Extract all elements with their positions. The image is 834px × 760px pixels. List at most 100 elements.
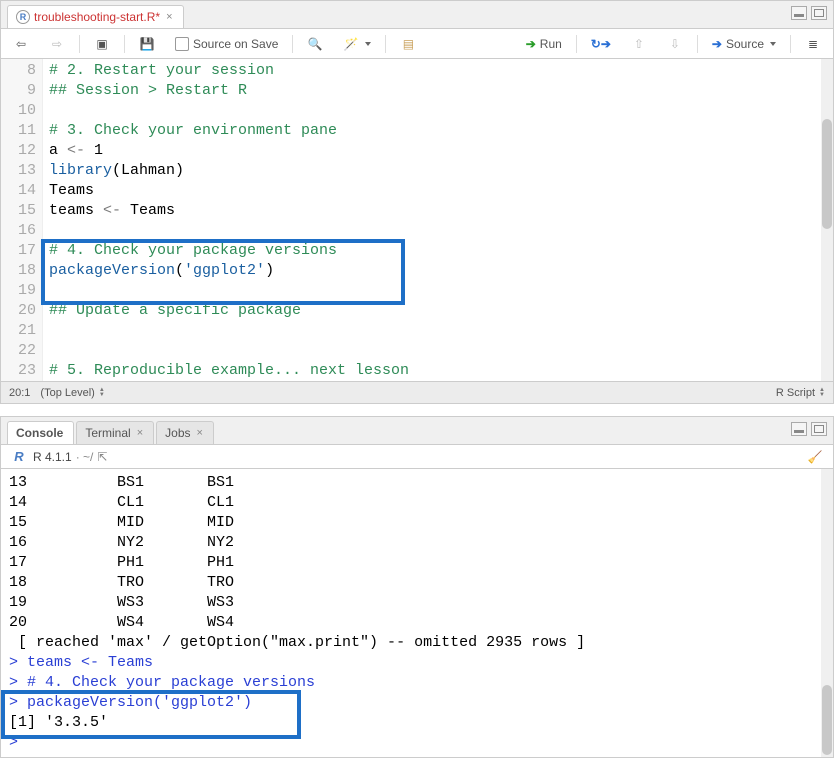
save-button[interactable]: 💾: [133, 34, 161, 54]
outline-button[interactable]: ≣: [799, 34, 827, 54]
separator: [292, 35, 293, 53]
console-line: 15 MID MID: [9, 513, 825, 533]
code-line[interactable]: [49, 341, 827, 361]
r-file-icon: R: [16, 10, 30, 24]
language-selector[interactable]: R Script ▲▼: [776, 387, 825, 399]
scope-selector[interactable]: (Top Level) ▲▼: [40, 387, 104, 399]
line-number: 20: [7, 301, 36, 321]
document-icon: ▤: [400, 36, 416, 52]
tab-jobs[interactable]: Jobs ×: [156, 421, 214, 444]
scope-label: (Top Level): [40, 387, 94, 399]
code-tools-button[interactable]: 🪄: [337, 34, 377, 54]
down-button[interactable]: ⇩: [661, 34, 689, 54]
code-line[interactable]: [49, 221, 827, 241]
code-line[interactable]: packageVersion('ggplot2'): [49, 261, 827, 281]
language-label: R Script: [776, 387, 815, 399]
code-token: (: [175, 262, 184, 279]
scroll-thumb[interactable]: [822, 685, 832, 755]
code-token: packageVersion: [49, 262, 175, 279]
line-number: 16: [7, 221, 36, 241]
checkbox-icon: [175, 37, 189, 51]
code-line[interactable]: Teams: [49, 181, 827, 201]
close-icon[interactable]: ×: [197, 427, 203, 439]
line-number: 10: [7, 101, 36, 121]
minimize-icon[interactable]: [791, 6, 807, 20]
line-number: 14: [7, 181, 36, 201]
popout-console-icon[interactable]: ⇱: [97, 450, 107, 464]
source-button[interactable]: ➔Source: [706, 35, 782, 53]
editor-pane: R troubleshooting-start.R* × ⇦ ⇨ ▣ 💾 Sou…: [0, 0, 834, 404]
cursor-position: 20:1: [9, 387, 30, 399]
arrow-right-icon: ⇨: [49, 36, 65, 52]
code-line[interactable]: teams <- Teams: [49, 201, 827, 221]
minimize-icon[interactable]: [791, 422, 807, 436]
code-token: 'ggplot2': [184, 262, 265, 279]
close-icon[interactable]: ×: [166, 11, 172, 23]
console-line: 13 BS1 BS1: [9, 473, 825, 493]
scrollbar[interactable]: [821, 59, 833, 381]
console-line: > teams <- Teams: [9, 653, 825, 673]
code-editor[interactable]: 891011121314151617181920212223 # 2. Rest…: [1, 59, 833, 381]
rerun-button[interactable]: ↻➔: [585, 35, 617, 53]
console-tabstrip: Console Terminal × Jobs ×: [1, 417, 833, 445]
code-line[interactable]: a <- 1: [49, 141, 827, 161]
forward-button[interactable]: ⇨: [43, 34, 71, 54]
code-token: <-: [103, 202, 121, 219]
console-line: 19 WS3 WS3: [9, 593, 825, 613]
console-line: >: [9, 733, 825, 753]
console-line: 18 TRO TRO: [9, 573, 825, 593]
play-icon: ➔: [526, 37, 536, 51]
code-line[interactable]: [49, 281, 827, 301]
code-line[interactable]: # 3. Check your environment pane: [49, 121, 827, 141]
find-button[interactable]: 🔍: [301, 34, 329, 54]
line-number: 15: [7, 201, 36, 221]
code-line[interactable]: # 5. Reproducible example... next lesson: [49, 361, 827, 381]
code-line[interactable]: [49, 101, 827, 121]
maximize-icon[interactable]: [811, 6, 827, 20]
r-logo-icon: R: [9, 449, 29, 465]
code-line[interactable]: # 2. Restart your session: [49, 61, 827, 81]
source-on-save-toggle[interactable]: Source on Save: [169, 35, 284, 53]
code-line[interactable]: [49, 321, 827, 341]
console-header: R R 4.1.1 · ~/ ⇱ 🧹: [1, 445, 833, 469]
line-number: 8: [7, 61, 36, 81]
editor-tab[interactable]: R troubleshooting-start.R* ×: [7, 5, 184, 28]
code-line[interactable]: library(Lahman): [49, 161, 827, 181]
run-button[interactable]: ➔Run: [520, 35, 568, 53]
separator: [79, 35, 80, 53]
back-button[interactable]: ⇦: [7, 34, 35, 54]
tab-jobs-label: Jobs: [165, 426, 190, 440]
source-icon: ➔: [712, 37, 722, 51]
code-token: ## Update a specific package: [49, 302, 301, 319]
console-line: 17 PH1 PH1: [9, 553, 825, 573]
code-token: <-: [67, 142, 85, 159]
maximize-icon[interactable]: [811, 422, 827, 436]
line-number: 19: [7, 281, 36, 301]
tab-console[interactable]: Console: [7, 421, 74, 444]
line-number: 23: [7, 361, 36, 381]
line-number: 12: [7, 141, 36, 161]
code-line[interactable]: ## Session > Restart R: [49, 81, 827, 101]
code-token: # 5. Reproducible example... next lesson: [49, 362, 409, 379]
up-button[interactable]: ⇧: [625, 34, 653, 54]
scroll-thumb[interactable]: [822, 119, 832, 229]
console-line: > packageVersion('ggplot2'): [9, 693, 825, 713]
code-line[interactable]: # 4. Check your package versions: [49, 241, 827, 261]
code-content[interactable]: # 2. Restart your session ## Session > Re…: [43, 59, 833, 381]
clear-console-icon[interactable]: 🧹: [805, 449, 825, 465]
show-in-new-window-button[interactable]: ▣: [88, 34, 116, 54]
code-token: # 4. Check your package versions: [49, 242, 337, 259]
chevron-down-icon: [770, 42, 776, 46]
tab-console-label: Console: [16, 426, 63, 440]
console-output[interactable]: 13 BS1 BS114 CL1 CL115 MID MID16 NY2 NY2…: [1, 469, 833, 757]
line-number: 11: [7, 121, 36, 141]
close-icon[interactable]: ×: [137, 427, 143, 439]
code-token: teams: [49, 202, 103, 219]
tab-terminal[interactable]: Terminal ×: [76, 421, 154, 444]
console-line: [ reached 'max' / getOption("max.print")…: [9, 633, 825, 653]
window-buttons: [791, 422, 827, 436]
scrollbar[interactable]: [821, 469, 833, 757]
notebook-button[interactable]: ▤: [394, 34, 422, 54]
code-line[interactable]: ## Update a specific package: [49, 301, 827, 321]
code-token: # 2. Restart your session: [49, 62, 274, 79]
